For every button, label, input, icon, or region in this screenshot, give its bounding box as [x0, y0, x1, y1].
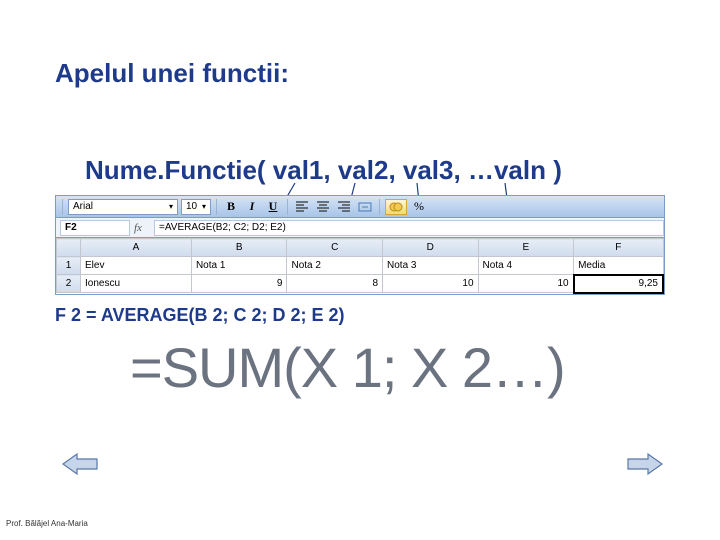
- cell[interactable]: 10: [478, 275, 574, 293]
- formatting-toolbar: Arial ▾ 10 ▾ B I U %: [56, 196, 664, 218]
- row-header[interactable]: 1: [57, 257, 81, 275]
- cell[interactable]: Ionescu: [81, 275, 192, 293]
- align-center-icon: [316, 200, 330, 214]
- percent-button[interactable]: %: [410, 198, 428, 216]
- spreadsheet-grid[interactable]: A B C D E F 1 Elev Nota 1 Nota 2 Nota 3 …: [56, 238, 664, 294]
- cell[interactable]: Nota 4: [478, 257, 574, 275]
- align-center-button[interactable]: [314, 198, 332, 216]
- align-right-button[interactable]: [335, 198, 353, 216]
- cell[interactable]: Elev: [81, 257, 192, 275]
- align-left-button[interactable]: [293, 198, 311, 216]
- cell[interactable]: Nota 3: [383, 257, 479, 275]
- merge-icon: [358, 200, 372, 214]
- column-header[interactable]: B: [191, 239, 287, 257]
- font-name-selector[interactable]: Arial ▾: [68, 199, 178, 215]
- column-header[interactable]: F: [574, 239, 663, 257]
- align-left-icon: [295, 200, 309, 214]
- currency-button[interactable]: [385, 199, 407, 215]
- table-row: 2 Ionescu 9 8 10 10 9,25: [57, 275, 664, 293]
- selected-cell[interactable]: 9,25: [574, 275, 663, 293]
- merge-button[interactable]: [356, 198, 374, 216]
- column-header[interactable]: E: [478, 239, 574, 257]
- next-slide-button[interactable]: [625, 450, 665, 478]
- fx-icon[interactable]: fx: [134, 222, 154, 234]
- cell[interactable]: 10: [383, 275, 479, 293]
- underline-button[interactable]: U: [264, 198, 282, 216]
- formula-bar: F2 fx =AVERAGE(B2; C2; D2; E2): [56, 218, 664, 238]
- spreadsheet-screenshot: Arial ▾ 10 ▾ B I U % F2 fx =AVER: [55, 195, 665, 295]
- column-header[interactable]: C: [287, 239, 383, 257]
- row-header[interactable]: 2: [57, 275, 81, 293]
- example-formula-text: F 2 = AVERAGE(B 2; C 2; D 2; E 2): [55, 305, 345, 326]
- select-all-corner[interactable]: [57, 239, 81, 257]
- arrow-right-icon: [626, 451, 664, 477]
- slide-title: Apelul unei functii:: [55, 58, 289, 89]
- column-header[interactable]: A: [81, 239, 192, 257]
- arrow-left-icon: [61, 451, 99, 477]
- cell[interactable]: 8: [287, 275, 383, 293]
- function-syntax: Nume.Functie( val1, val2, val3, …valn ): [85, 155, 562, 186]
- formula-input[interactable]: =AVERAGE(B2; C2; D2; E2): [154, 220, 664, 236]
- currency-icon: [389, 201, 403, 213]
- italic-button[interactable]: I: [243, 198, 261, 216]
- big-formula-text: =SUM(X 1; X 2…): [130, 335, 565, 400]
- bold-button[interactable]: B: [222, 198, 240, 216]
- cell[interactable]: Media: [574, 257, 663, 275]
- table-row: 1 Elev Nota 1 Nota 2 Nota 3 Nota 4 Media: [57, 257, 664, 275]
- cell[interactable]: Nota 2: [287, 257, 383, 275]
- cell[interactable]: 9: [191, 275, 287, 293]
- footer-author: Prof. Bălăjel Ana-Maria: [6, 519, 88, 528]
- column-header[interactable]: D: [383, 239, 479, 257]
- cell-reference-box[interactable]: F2: [60, 220, 130, 236]
- cell[interactable]: Nota 1: [191, 257, 287, 275]
- align-right-icon: [337, 200, 351, 214]
- font-size-selector[interactable]: 10 ▾: [181, 199, 211, 215]
- prev-slide-button[interactable]: [60, 450, 100, 478]
